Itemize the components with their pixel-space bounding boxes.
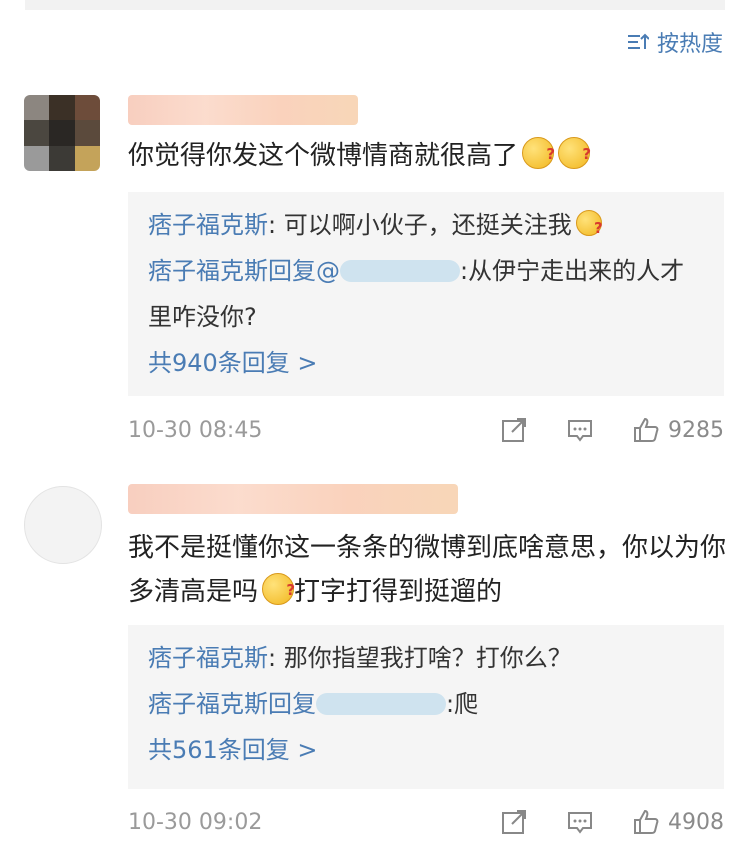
share-icon[interactable] [500,416,528,444]
username-blurred[interactable] [128,95,358,125]
emoji-icon [575,205,603,251]
emoji-icon [522,132,555,176]
comment-meta: 10-30 09:02 4908 [128,802,724,842]
comment-text: 我不是挺懂你这一条条的微博到底啥意思，你以为你多清高是吗打字打得到挺遛的 [128,526,728,614]
reply-line: 痞子福克斯: 那你指望我打啥？打你么？ [148,644,572,672]
comment-icon[interactable] [566,416,594,444]
view-more-replies-link[interactable]: 共561条回复 > [148,727,704,773]
like-icon[interactable] [632,416,660,444]
reply-box[interactable]: 痞子福克斯: 那你指望我打啥？打你么？ 痞子福克斯回复:爬 共561条回复 > [128,625,724,789]
username-blurred[interactable] [128,484,458,514]
comment-text: 你觉得你发这个微博情商就很高了 [128,132,728,178]
avatar[interactable] [24,95,100,171]
view-more-replies-link[interactable]: 共940条回复 > [148,340,704,386]
sort-by-hot-button[interactable]: 按热度 [627,26,723,58]
comment-icon[interactable] [566,808,594,836]
comment-time: 10-30 09:02 [128,809,263,835]
share-icon[interactable] [500,808,528,836]
emoji-icon [262,568,295,612]
mention-blurred[interactable] [316,693,446,715]
comment-time: 10-30 08:45 [128,417,263,443]
like-count: 9285 [668,417,724,443]
mention-blurred[interactable] [340,260,460,282]
avatar[interactable] [24,486,102,564]
emoji-icon [558,132,591,176]
reply-line: 痞子福克斯回复:爬 [148,690,479,718]
sort-icon [627,33,649,49]
sort-label: 按热度 [656,32,723,57]
reply-author[interactable]: 痞子福克斯 [148,257,268,285]
like-icon[interactable] [632,808,660,836]
comment-meta: 10-30 08:45 9285 [128,410,724,450]
reply-box[interactable]: 痞子福克斯: 可以啊小伙子，还挺关注我 痞子福克斯回复@:从伊宁走出来的人才里咋… [128,192,724,396]
previous-item-edge [25,0,725,10]
reply-author[interactable]: 痞子福克斯 [148,211,268,239]
reply-line: 痞子福克斯: 可以啊小伙子，还挺关注我 [148,202,704,251]
reply-author[interactable]: 痞子福克斯 [148,690,268,718]
like-count: 4908 [668,809,724,835]
reply-author[interactable]: 痞子福克斯 [148,644,268,672]
reply-line: 痞子福克斯回复@:从伊宁走出来的人才里咋没你? [148,257,685,331]
